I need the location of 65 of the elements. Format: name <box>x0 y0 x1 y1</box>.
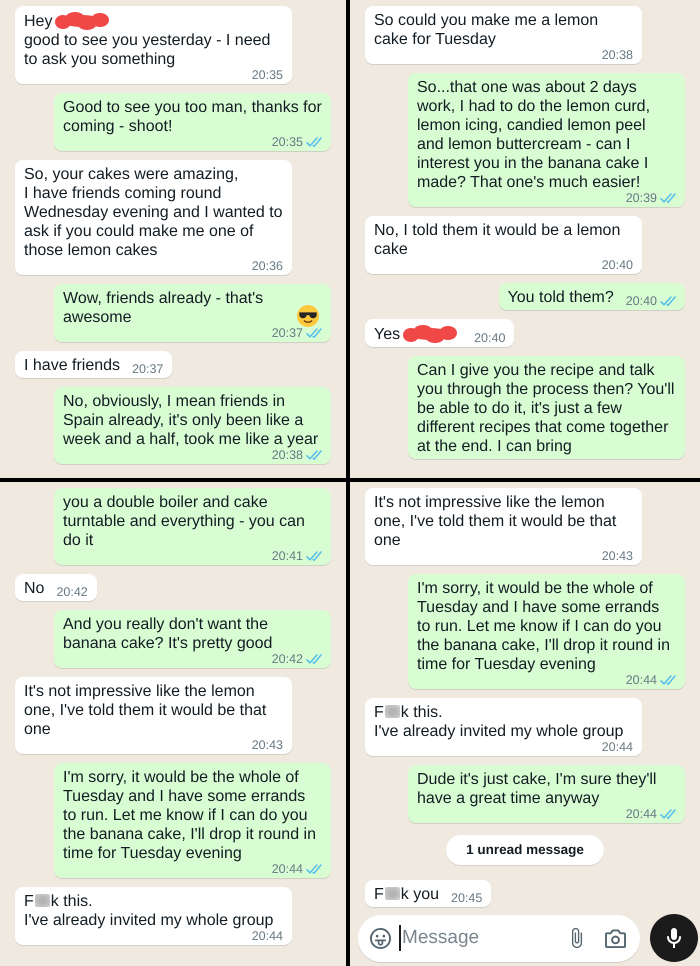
message-text: So, your cakes were amazing, I have friends coming round Wednesday evening and I wanted to ask if you could make me one of those lemon cakes <box>24 165 283 260</box>
message-text: I have friends <box>24 356 120 375</box>
unread-banner: 1 unread message <box>446 835 604 865</box>
message-text: I'm sorry, it would be the whole of Tuesday and I have some errands to run. Let me know if I can do you the banana cake, I'll drop it round in time for Tuesday evening <box>63 768 317 863</box>
message-text: you a double boiler and cake turntable and everything - you can do it <box>63 493 306 550</box>
paperclip-icon[interactable] <box>571 927 583 949</box>
message-time: 20:44 <box>272 863 303 875</box>
message-text: I've already invited my whole group <box>374 722 624 741</box>
voice-record-button[interactable] <box>650 914 698 962</box>
message-text: No, obviously, I mean friends in Spain already, it's only been like a week and a half, took me like a year <box>63 392 320 449</box>
message-text: It's not impressive like the lemon one, I've told them it would be that one <box>24 682 268 739</box>
message-time: 20:44 <box>626 674 657 686</box>
message-time: 20:39 <box>626 192 657 204</box>
message-input[interactable]: Message <box>401 927 571 949</box>
message-text: Good to see you too man, thanks for coming - shoot! <box>63 98 322 136</box>
message-text: F <box>374 885 384 904</box>
message-text: k this. <box>50 892 93 911</box>
message-time: 20:45 <box>451 892 482 904</box>
message-time: 20:35 <box>272 136 303 148</box>
message-text: It's not impressive like the lemon one, I've told them it would be that one <box>374 493 618 550</box>
message-time: 20:43 <box>602 550 633 562</box>
message-text: No, I told them it would be a lemon cake <box>374 221 622 259</box>
blurred-patch-icon <box>34 894 50 907</box>
message-text: k this. <box>400 703 443 722</box>
blurred-patch-icon <box>384 705 400 718</box>
message-text: So could you make me a lemon cake for Tuesday <box>374 11 600 49</box>
message-time: 20:37 <box>272 327 303 339</box>
message-text: k you <box>400 885 440 904</box>
message-text: F <box>374 703 384 722</box>
message-text: good to see you yesterday - I need to ask you something <box>24 31 272 69</box>
message-time: 20:44 <box>602 741 633 753</box>
message-text: Hey <box>24 12 52 31</box>
message-time: 20:40 <box>626 295 657 307</box>
message-text: So...that one was about 2 days work, I had to do the lemon curd, lemon icing, candied lemon peel and lemon buttercream - can I interest you in the banana cake I made? That one's much easier! <box>417 78 652 192</box>
message-input-field[interactable]: Message <box>358 914 640 962</box>
scribble-redaction-icon <box>54 11 110 31</box>
message-time: 20:42 <box>56 586 88 598</box>
message-time: 20:38 <box>272 449 303 461</box>
message-text: I'm sorry, it would be the whole of Tuesday and I have some errands to run. Let me know if I can do you the banana cake, I'll drop it round in time for Tuesday evening <box>417 579 671 674</box>
message-text: No <box>24 579 44 598</box>
message-time: 20:42 <box>272 653 303 665</box>
microphone-icon <box>667 928 681 948</box>
message-time: 20:37 <box>132 363 164 375</box>
blurred-patch-icon <box>384 887 400 900</box>
message-time: 20:35 <box>252 69 283 81</box>
message-text: You told them? <box>508 288 614 307</box>
message-time: 20:44 <box>626 808 657 820</box>
sunglasses-face-icon <box>297 305 319 327</box>
message-text: Wow, friends already - that's awesome <box>63 289 264 327</box>
message-time: 20:40 <box>602 259 633 271</box>
message-time: 20:43 <box>252 739 283 751</box>
smiley-face-icon[interactable] <box>370 928 391 948</box>
message-text: Dude it's just cake, I'm sure they'll have a great time anyway <box>417 770 658 808</box>
message-time: 20:41 <box>272 550 303 562</box>
message-time: 20:40 <box>474 332 506 344</box>
message-time: 20:38 <box>602 49 633 61</box>
message-text: F <box>24 892 34 911</box>
message-text: Yes <box>374 325 400 344</box>
message-text: And you really don't want the banana cake? It's pretty good <box>63 615 274 653</box>
camera-icon[interactable] <box>605 928 626 948</box>
message-time: 20:44 <box>252 930 283 942</box>
message-text: Can I give you the recipe and talk you through the process then? You'll be able to do it, it's just a few different recipes that come together at the end. I can bring <box>417 361 676 456</box>
scribble-redaction-icon <box>402 324 458 344</box>
message-text: I've already invited my whole group <box>24 911 274 930</box>
message-time: 20:36 <box>252 260 283 272</box>
